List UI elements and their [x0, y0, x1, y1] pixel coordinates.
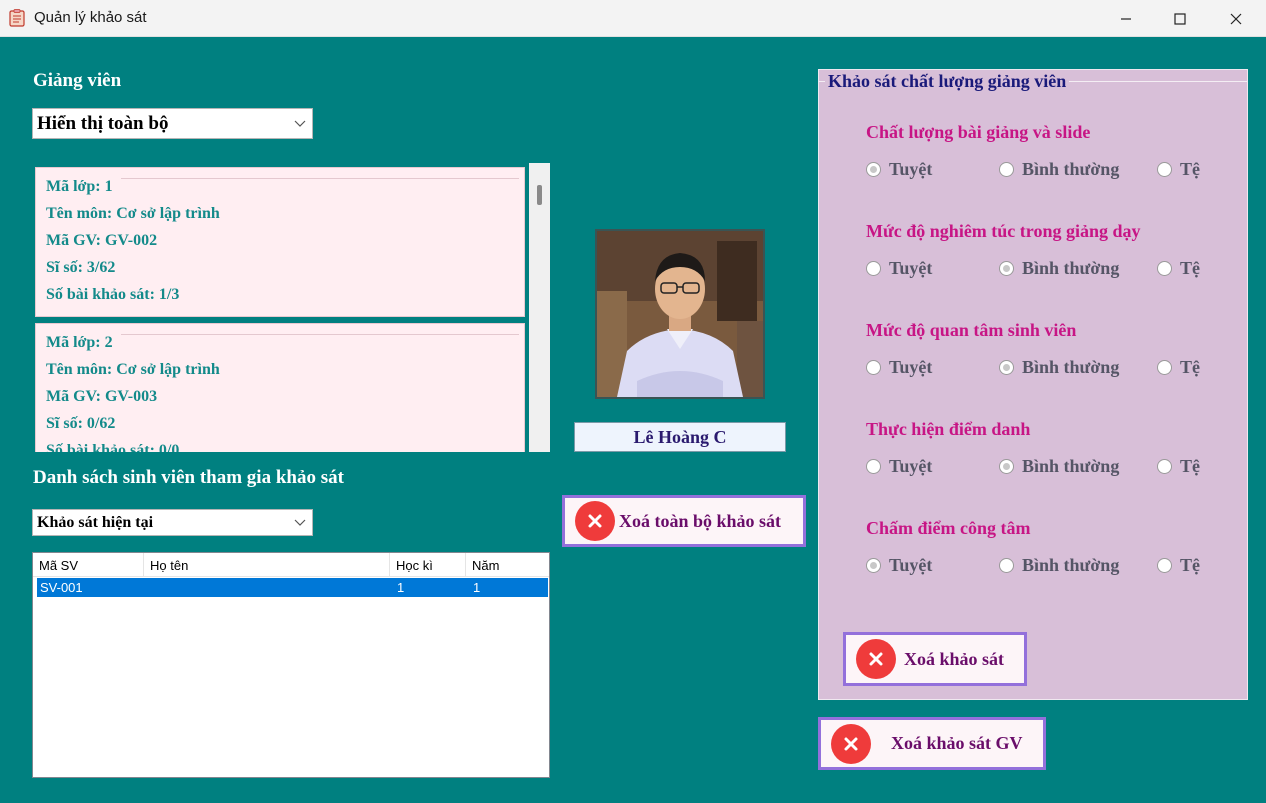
class-size: Sĩ số: 0/62 — [46, 415, 116, 432]
maximize-icon — [1174, 12, 1186, 25]
lecturer-filter-dropdown[interactable]: Hiển thị toàn bộ — [32, 108, 313, 139]
radio-icon — [866, 459, 881, 474]
radio-icon — [999, 162, 1014, 177]
survey-groupbox: Khảo sát chất lượng giảng viên Chất lượn… — [818, 69, 1248, 700]
student-id-cell: SV-001 — [40, 580, 83, 595]
survey-count: Số bài khảo sát: 0/0 — [46, 442, 180, 452]
minimize-button[interactable] — [1102, 0, 1150, 37]
delete-survey-label: Xoá khảo sát — [904, 648, 1005, 669]
question-5-label: Chấm điểm công tâm — [866, 518, 1031, 538]
year-cell: 1 — [473, 580, 481, 595]
class-list-scrollbar[interactable] — [529, 163, 550, 452]
lecturer-photo — [595, 229, 765, 399]
scrollbar-thumb[interactable] — [537, 185, 542, 205]
students-table[interactable]: Mã SV Họ tên Học kì Năm SV-001 1 1 — [32, 552, 550, 778]
question-3-label: Mức độ quan tâm sinh viên — [866, 320, 1077, 340]
radio-icon — [1157, 459, 1172, 474]
survey-title: Khảo sát chất lượng giảng viên — [825, 70, 1070, 92]
q4-option-tuyet[interactable]: Tuyệt — [866, 456, 932, 477]
radio-icon — [1157, 261, 1172, 276]
q5-option-tuyet[interactable]: Tuyệt — [866, 555, 932, 576]
delete-all-label: Xoá toàn bộ khảo sát — [619, 510, 782, 531]
class-card[interactable]: Mã lớp: 2 Tên môn: Cơ sở lập trình Mã GV… — [35, 323, 525, 452]
column-header-full-name[interactable]: Họ tên — [144, 553, 390, 577]
window-title: Quản lý khảo sát — [34, 9, 147, 26]
q5-option-binh-thuong[interactable]: Bình thường — [999, 555, 1119, 576]
course-name: Tên môn: Cơ sở lập trình — [46, 361, 220, 378]
q2-option-binh-thuong[interactable]: Bình thường — [999, 258, 1119, 279]
lecturer-id: Mã GV: GV-002 — [46, 232, 158, 249]
question-4-label: Thực hiện điểm danh — [866, 419, 1031, 439]
chevron-down-icon — [294, 120, 306, 127]
q5-option-te[interactable]: Tệ — [1157, 555, 1200, 576]
radio-selected-icon — [999, 360, 1014, 375]
q3-option-tuyet[interactable]: Tuyệt — [866, 357, 932, 378]
lecturer-label: Giảng viên — [33, 70, 122, 91]
table-row[interactable]: SV-001 1 1 — [37, 578, 548, 597]
delete-survey-gv-button[interactable]: Xoá khảo sát GV — [818, 717, 1046, 770]
minimize-icon — [1121, 17, 1131, 20]
clipboard-app-icon — [9, 9, 25, 27]
delete-survey-gv-label: Xoá khảo sát GV — [891, 733, 1023, 753]
lecturer-filter-value: Hiển thị toàn bộ — [37, 112, 169, 134]
close-button[interactable] — [1212, 0, 1260, 37]
q3-option-binh-thuong[interactable]: Bình thường — [999, 357, 1119, 378]
class-id: Mã lớp: 1 — [46, 178, 113, 195]
delete-icon — [831, 723, 871, 764]
radio-selected-icon — [999, 261, 1014, 276]
delete-icon — [575, 501, 615, 541]
class-list: Mã lớp: 1 Tên môn: Cơ sở lập trình Mã GV… — [33, 163, 529, 452]
radio-icon — [866, 261, 881, 276]
radio-selected-icon — [866, 558, 881, 573]
delete-icon — [856, 639, 896, 679]
class-card[interactable]: Mã lớp: 1 Tên môn: Cơ sở lập trình Mã GV… — [35, 167, 525, 317]
column-header-student-id[interactable]: Mã SV — [33, 553, 144, 577]
class-size: Sĩ số: 3/62 — [46, 259, 116, 276]
radio-selected-icon — [866, 162, 881, 177]
question-1-label: Chất lượng bài giảng và slide — [866, 122, 1091, 142]
radio-icon — [999, 558, 1014, 573]
table-header: Mã SV Họ tên Học kì Năm — [33, 553, 549, 577]
q3-option-te[interactable]: Tệ — [1157, 357, 1200, 378]
delete-survey-button[interactable]: Xoá khảo sát — [843, 632, 1027, 686]
q1-option-tuyet[interactable]: Tuyệt — [866, 159, 932, 180]
column-header-semester[interactable]: Học kì — [390, 553, 466, 577]
survey-filter-value: Khảo sát hiện tại — [37, 513, 154, 531]
q2-option-te[interactable]: Tệ — [1157, 258, 1200, 279]
students-label: Danh sách sinh viên tham gia khảo sát — [33, 467, 344, 488]
survey-filter-dropdown[interactable]: Khảo sát hiện tại — [32, 509, 313, 536]
question-2-label: Mức độ nghiêm túc trong giảng dạy — [866, 221, 1141, 241]
q1-option-binh-thuong[interactable]: Bình thường — [999, 159, 1119, 180]
radio-icon — [866, 360, 881, 375]
column-header-year[interactable]: Năm — [466, 553, 549, 577]
q2-option-tuyet[interactable]: Tuyệt — [866, 258, 932, 279]
radio-icon — [1157, 360, 1172, 375]
radio-icon — [1157, 558, 1172, 573]
lecturer-avatar-image — [597, 231, 763, 397]
lecturer-name: Lê Hoàng C — [574, 422, 786, 452]
semester-cell: 1 — [397, 580, 405, 595]
chevron-down-icon — [294, 519, 306, 526]
class-id: Mã lớp: 2 — [46, 334, 113, 351]
title-bar: Quản lý khảo sát — [0, 0, 1266, 37]
course-name: Tên môn: Cơ sở lập trình — [46, 205, 220, 222]
q4-option-binh-thuong[interactable]: Bình thường — [999, 456, 1119, 477]
q4-option-te[interactable]: Tệ — [1157, 456, 1200, 477]
radio-icon — [1157, 162, 1172, 177]
lecturer-id: Mã GV: GV-003 — [46, 388, 158, 405]
q1-option-te[interactable]: Tệ — [1157, 159, 1200, 180]
radio-selected-icon — [999, 459, 1014, 474]
survey-count: Số bài khảo sát: 1/3 — [46, 286, 180, 303]
close-icon — [1230, 13, 1242, 24]
maximize-button[interactable] — [1156, 0, 1204, 37]
delete-all-surveys-button[interactable]: Xoá toàn bộ khảo sát — [562, 495, 806, 547]
